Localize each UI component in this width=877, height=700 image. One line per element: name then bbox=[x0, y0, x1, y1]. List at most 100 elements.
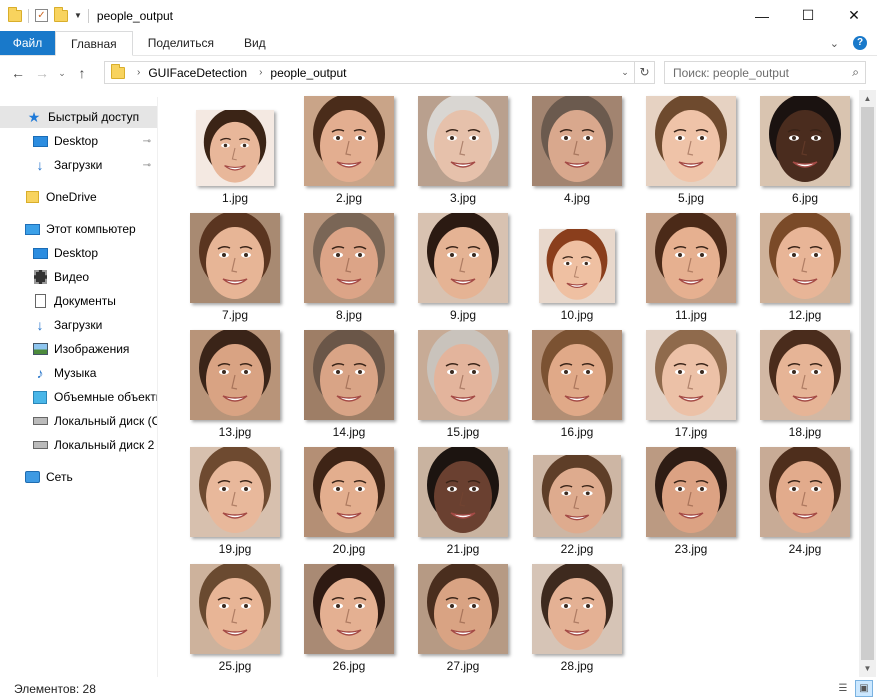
tab-file[interactable]: Файл bbox=[0, 31, 55, 55]
sidebar-item-desktop[interactable]: Desktop bbox=[0, 242, 157, 264]
file-item[interactable]: 3.jpg bbox=[406, 95, 520, 212]
forward-button[interactable]: → bbox=[30, 65, 54, 81]
sidebar-item-label: Изображения bbox=[54, 342, 130, 356]
search-input[interactable] bbox=[673, 65, 843, 80]
breadcrumb-item[interactable]: GUIFaceDetection bbox=[148, 66, 247, 80]
file-item[interactable]: 10.jpg bbox=[520, 212, 634, 329]
details-view-icon[interactable]: ☰ bbox=[834, 680, 852, 697]
file-item[interactable]: 26.jpg bbox=[292, 563, 406, 680]
sidebar-item-downloads-pinned[interactable]: ↓ Загрузки ⊸ bbox=[0, 154, 157, 176]
sidebar-item-videos[interactable]: Видео bbox=[0, 266, 157, 288]
sidebar-item-label: Быстрый доступ bbox=[48, 110, 140, 124]
sidebar-item-label: Загрузки bbox=[54, 158, 103, 172]
minimize-button[interactable]: — bbox=[739, 0, 785, 31]
scroll-up-icon[interactable]: ▲ bbox=[859, 90, 876, 107]
file-item[interactable]: 19.jpg bbox=[178, 446, 292, 563]
sidebar-item-3d-objects[interactable]: Объемные объекты bbox=[0, 386, 157, 408]
breadcrumb-separator[interactable]: › bbox=[137, 67, 140, 78]
sidebar-item-pictures[interactable]: Изображения bbox=[0, 338, 157, 360]
sidebar-item-downloads[interactable]: ↓ Загрузки bbox=[0, 314, 157, 336]
file-item[interactable]: 2.jpg bbox=[292, 95, 406, 212]
folder-icon bbox=[8, 6, 22, 22]
tab-view[interactable]: Вид bbox=[229, 31, 281, 55]
recent-locations-button[interactable]: ⌄ bbox=[54, 68, 70, 79]
file-name: 11.jpg bbox=[675, 308, 707, 322]
new-folder-icon[interactable] bbox=[54, 6, 68, 22]
quick-access-toolbar: ✓ ▼ bbox=[0, 6, 89, 23]
pin-icon[interactable]: ⊸ bbox=[143, 160, 151, 171]
sidebar-item-label: Сеть bbox=[46, 470, 73, 484]
file-name: 10.jpg bbox=[560, 308, 594, 322]
maximize-button[interactable]: ☐ bbox=[785, 0, 831, 31]
scroll-down-icon[interactable]: ▼ bbox=[859, 660, 876, 677]
file-item[interactable]: 11.jpg bbox=[634, 212, 748, 329]
sidebar-item-desktop-pinned[interactable]: Desktop ⊸ bbox=[0, 130, 157, 152]
file-name: 27.jpg bbox=[446, 659, 480, 673]
file-item[interactable]: 17.jpg bbox=[634, 329, 748, 446]
file-item[interactable]: 24.jpg bbox=[748, 446, 862, 563]
file-item[interactable]: 22.jpg bbox=[520, 446, 634, 563]
file-item[interactable]: 13.jpg bbox=[178, 329, 292, 446]
vertical-scrollbar[interactable]: ▲ ▼ bbox=[859, 90, 876, 677]
image-thumbnail bbox=[418, 447, 508, 537]
tab-home[interactable]: Главная bbox=[55, 31, 133, 56]
address-bar[interactable]: › GUIFaceDetection › people_output ⌄ ↻ bbox=[104, 61, 655, 84]
download-icon: ↓ bbox=[36, 157, 44, 173]
file-item[interactable]: 4.jpg bbox=[520, 95, 634, 212]
help-icon[interactable]: ? bbox=[853, 36, 867, 50]
large-icons-view-icon[interactable]: ▣ bbox=[855, 680, 873, 697]
file-item[interactable]: 12.jpg bbox=[748, 212, 862, 329]
file-item[interactable]: 28.jpg bbox=[520, 563, 634, 680]
search-icon[interactable]: ⌕ bbox=[852, 65, 859, 80]
file-item[interactable]: 23.jpg bbox=[634, 446, 748, 563]
sidebar-item-local-disk-c[interactable]: Локальный диск (C bbox=[0, 410, 157, 432]
file-item[interactable]: 1.jpg bbox=[178, 95, 292, 212]
breadcrumb-separator[interactable]: › bbox=[259, 67, 262, 78]
navigation-pane: ★ Быстрый доступ Desktop ⊸ ↓ Загрузки ⊸ … bbox=[0, 97, 158, 677]
file-name: 7.jpg bbox=[221, 308, 249, 322]
file-item[interactable]: 27.jpg bbox=[406, 563, 520, 680]
sidebar-item-quick-access[interactable]: ★ Быстрый доступ bbox=[0, 106, 157, 128]
address-dropdown-button[interactable]: ⌄ bbox=[616, 67, 634, 78]
3d-objects-icon bbox=[32, 390, 48, 404]
image-thumbnail bbox=[646, 213, 736, 303]
close-button[interactable]: ✕ bbox=[831, 0, 877, 31]
sidebar-item-onedrive[interactable]: OneDrive bbox=[0, 186, 157, 208]
sidebar-item-label: Объемные объекты bbox=[54, 390, 158, 404]
file-name: 17.jpg bbox=[674, 425, 708, 439]
file-item[interactable]: 14.jpg bbox=[292, 329, 406, 446]
file-name: 20.jpg bbox=[332, 542, 366, 556]
file-item[interactable]: 8.jpg bbox=[292, 212, 406, 329]
file-item[interactable]: 7.jpg bbox=[178, 212, 292, 329]
file-name: 24.jpg bbox=[788, 542, 822, 556]
tab-share[interactable]: Поделиться bbox=[133, 31, 229, 55]
breadcrumb-item[interactable]: people_output bbox=[270, 66, 346, 80]
sidebar-item-documents[interactable]: Документы bbox=[0, 290, 157, 312]
customize-toolbar-icon[interactable]: ▼ bbox=[74, 11, 82, 20]
sidebar-item-this-pc[interactable]: Этот компьютер bbox=[0, 218, 157, 240]
pin-icon[interactable]: ⊸ bbox=[143, 136, 151, 147]
file-item[interactable]: 21.jpg bbox=[406, 446, 520, 563]
file-item[interactable]: 20.jpg bbox=[292, 446, 406, 563]
properties-icon[interactable]: ✓ bbox=[35, 9, 48, 22]
file-item[interactable]: 5.jpg bbox=[634, 95, 748, 212]
sidebar-item-label: Локальный диск 2 bbox=[54, 438, 155, 452]
up-button[interactable]: ↑ bbox=[70, 65, 94, 81]
file-name: 2.jpg bbox=[335, 191, 363, 205]
file-item[interactable]: 9.jpg bbox=[406, 212, 520, 329]
refresh-button[interactable]: ↻ bbox=[634, 62, 654, 83]
search-box[interactable]: ⌕ bbox=[664, 61, 866, 84]
sidebar-item-music[interactable]: ♪ Музыка bbox=[0, 362, 157, 384]
file-item[interactable]: 18.jpg bbox=[748, 329, 862, 446]
image-thumbnail bbox=[418, 564, 508, 654]
sidebar-item-local-disk-2[interactable]: Локальный диск 2 bbox=[0, 434, 157, 456]
expand-ribbon-icon[interactable]: ⌄ bbox=[830, 37, 839, 50]
back-button[interactable]: ← bbox=[6, 65, 30, 81]
window-controls: — ☐ ✕ bbox=[739, 0, 877, 31]
file-item[interactable]: 6.jpg bbox=[748, 95, 862, 212]
file-item[interactable]: 25.jpg bbox=[178, 563, 292, 680]
file-item[interactable]: 15.jpg bbox=[406, 329, 520, 446]
sidebar-item-network[interactable]: Сеть bbox=[0, 466, 157, 488]
file-item[interactable]: 16.jpg bbox=[520, 329, 634, 446]
scrollbar-thumb[interactable] bbox=[861, 107, 874, 660]
